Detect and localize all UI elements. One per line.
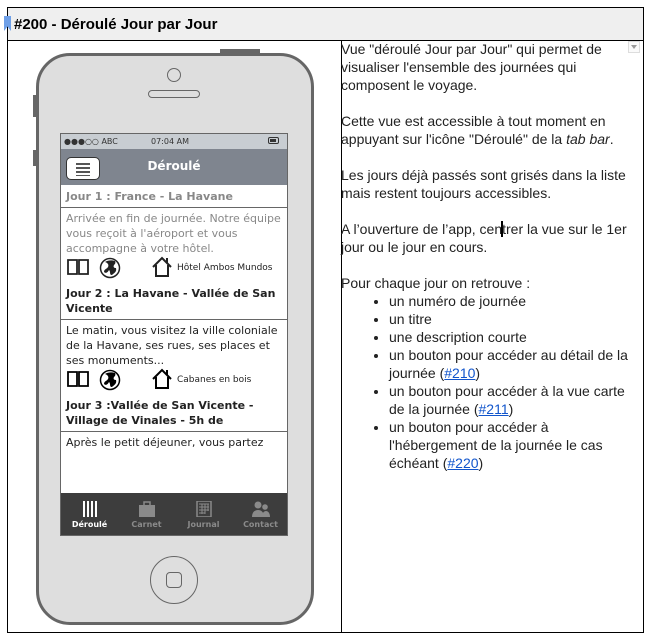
list-item: un bouton pour accéder à la vue carte de… bbox=[389, 382, 631, 418]
nav-title: Déroulé bbox=[147, 159, 201, 173]
house-icon[interactable] bbox=[151, 368, 173, 390]
link-210[interactable]: #210 bbox=[444, 365, 475, 381]
tab-label: Journal bbox=[187, 520, 220, 529]
book-icon[interactable] bbox=[67, 259, 89, 275]
tab-bar-term: tab bar bbox=[566, 131, 610, 147]
tab-deroule[interactable]: Déroulé bbox=[61, 493, 118, 535]
list-item: un bouton pour accéder au détail de la j… bbox=[389, 346, 631, 382]
house-icon[interactable] bbox=[151, 256, 173, 278]
home-square-icon bbox=[166, 572, 182, 588]
day-title[interactable]: Jour 3 :Vallée de San Vicente - Village … bbox=[61, 394, 287, 432]
battery-icon bbox=[268, 137, 279, 144]
accommodation-label[interactable]: Cabanes en bois bbox=[177, 375, 251, 385]
paragraph-list-intro: Pour chaque jour on retrouve : bbox=[341, 275, 531, 291]
signal-indicator: ●●●○○ ABC bbox=[64, 137, 118, 146]
paragraph-access: Cette vue est accessible à tout moment e… bbox=[341, 113, 614, 147]
tab-bar: Déroulé Carnet Journal Contact bbox=[61, 493, 287, 535]
speaker-icon bbox=[148, 90, 200, 98]
list-item: un titre bbox=[389, 310, 631, 328]
features-list: un numéro de journée un titre une descri… bbox=[341, 292, 631, 472]
briefcase-icon bbox=[139, 501, 155, 517]
paragraph-intro: Vue "déroulé Jour par Jour" qui permet d… bbox=[341, 41, 602, 93]
tab-carnet[interactable]: Carnet bbox=[118, 493, 175, 535]
status-bar: ●●●○○ ABC 07:04 AM bbox=[61, 134, 287, 149]
globe-icon[interactable] bbox=[99, 369, 121, 391]
status-time: 07:04 AM bbox=[151, 137, 189, 146]
day-description: Après le petit déjeuner, vous partez bbox=[66, 436, 264, 449]
day-title[interactable]: Jour 1 : France - La Havane bbox=[61, 185, 287, 208]
tab-label: Carnet bbox=[131, 520, 162, 529]
contacts-icon bbox=[252, 501, 270, 517]
globe-icon[interactable] bbox=[99, 257, 121, 279]
book-icon[interactable] bbox=[67, 371, 89, 387]
bookmark-icon[interactable] bbox=[4, 16, 11, 31]
day-title[interactable]: Jour 2 : La Havane - Vallée de San Vicen… bbox=[61, 282, 287, 320]
list-item: un bouton pour accéder à l'hébergement d… bbox=[389, 418, 631, 472]
paragraph-past-days: Les jours déjà passés sont grisés dans l… bbox=[341, 167, 626, 201]
paragraph-opening[interactable]: A l’ouverture de l’app, centrer la vue s… bbox=[341, 220, 631, 256]
accommodation-label[interactable]: Hôtel Ambos Mundos bbox=[177, 263, 272, 273]
tab-label: Déroulé bbox=[71, 520, 108, 529]
link-220[interactable]: #220 bbox=[447, 455, 478, 471]
tab-label: Contact bbox=[243, 520, 278, 529]
day-description: Arrivée en fin de journée. Notre équipe … bbox=[66, 212, 281, 255]
calendar-icon bbox=[196, 501, 212, 517]
phone-screen: ●●●○○ ABC 07:04 AM Déroulé Jour 1 : Fran… bbox=[60, 133, 288, 536]
days-list: Jour 1 : France - La Havane Arrivée en f… bbox=[61, 185, 287, 480]
tab-contact[interactable]: Contact bbox=[232, 493, 287, 535]
camera-icon bbox=[167, 68, 181, 82]
day-description: Le matin, vous visitez la ville colonial… bbox=[66, 324, 278, 367]
bars-icon bbox=[83, 501, 97, 517]
nav-bar: Déroulé bbox=[61, 149, 287, 185]
day-actions: Hôtel Ambos Mundos bbox=[61, 256, 287, 282]
tab-journal[interactable]: Journal bbox=[175, 493, 232, 535]
list-item: un numéro de journée bbox=[389, 292, 631, 310]
link-211[interactable]: #211 bbox=[479, 401, 509, 417]
description-panel: Vue "déroulé Jour par Jour" qui permet d… bbox=[341, 40, 631, 472]
table-header: #200 - Déroulé Jour par Jour bbox=[4, 8, 643, 41]
list-item: une description courte bbox=[389, 328, 631, 346]
day-actions: Cabanes en bois bbox=[61, 368, 287, 394]
page-title: #200 - Déroulé Jour par Jour bbox=[14, 16, 218, 33]
